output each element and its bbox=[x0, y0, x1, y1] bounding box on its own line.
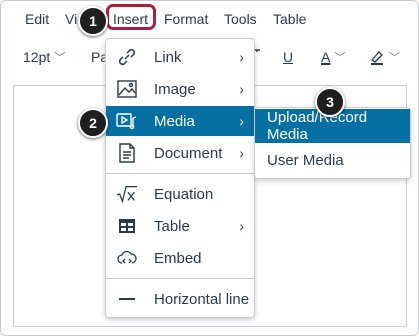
menu-item-label: Table bbox=[154, 217, 190, 235]
step-badge-3: 3 bbox=[315, 87, 345, 117]
chevron-right-icon: › bbox=[239, 113, 244, 129]
text-color-button[interactable]: A ﹀ bbox=[321, 49, 345, 65]
horizontal-line-icon bbox=[116, 288, 138, 310]
insert-menu-item-media[interactable]: Media › bbox=[106, 106, 254, 136]
menu-item-label: Equation bbox=[154, 185, 214, 203]
link-icon bbox=[116, 46, 138, 68]
submenu-item-user-media[interactable]: User Media bbox=[255, 143, 410, 177]
menu-divider bbox=[106, 278, 254, 279]
media-icon bbox=[116, 110, 138, 132]
chevron-down-icon: ﹀ bbox=[54, 52, 66, 64]
insert-menu-item-horizontal-line[interactable]: Horizontal line bbox=[106, 284, 254, 314]
menu-tools[interactable]: Tools bbox=[224, 11, 257, 27]
chevron-right-icon: › bbox=[239, 218, 244, 234]
chevron-right-icon: › bbox=[239, 49, 244, 65]
menu-format[interactable]: Format bbox=[164, 11, 208, 27]
menu-item-label: Embed bbox=[154, 249, 202, 267]
font-size-select[interactable]: 12pt ﹀ bbox=[23, 49, 65, 65]
table-icon bbox=[116, 215, 138, 237]
text-color-icon: A bbox=[321, 49, 331, 65]
menu-item-label: Document bbox=[154, 144, 223, 162]
media-submenu: Upload/Record Media User Media bbox=[254, 107, 411, 179]
document-icon bbox=[116, 142, 138, 164]
insert-menu-item-equation[interactable]: Equation bbox=[106, 179, 254, 209]
highlight-color-button[interactable]: ﹀ bbox=[369, 49, 400, 65]
insert-menu-item-table[interactable]: Table › bbox=[106, 211, 254, 241]
highlighter-icon bbox=[371, 51, 383, 65]
editor-window: Edit Vi Insert Format Tools Table 12pt ﹀… bbox=[0, 0, 419, 336]
equation-icon bbox=[116, 183, 138, 205]
step-badge-2: 2 bbox=[78, 108, 108, 138]
underline-button[interactable]: U bbox=[283, 49, 293, 65]
insert-menu-item-embed[interactable]: Embed bbox=[106, 243, 254, 273]
insert-menu-item-document[interactable]: Document › bbox=[106, 138, 254, 168]
menu-item-label: Media bbox=[154, 112, 195, 130]
menu-item-label: Horizontal line bbox=[154, 290, 250, 308]
image-icon bbox=[116, 78, 138, 100]
insert-menu-item-link[interactable]: Link › bbox=[106, 42, 254, 72]
menu-view[interactable]: Vi bbox=[65, 11, 77, 27]
menu-divider bbox=[106, 173, 254, 174]
menu-table[interactable]: Table bbox=[273, 11, 306, 27]
font-size-value: 12pt bbox=[23, 49, 51, 65]
chevron-right-icon: › bbox=[239, 81, 244, 97]
menu-item-label: Image bbox=[154, 80, 196, 98]
insert-menu-item-image[interactable]: Image › bbox=[106, 74, 254, 104]
chevron-down-icon: ﹀ bbox=[389, 52, 400, 64]
menu-item-label: Link bbox=[154, 48, 182, 66]
menubar: Edit Vi Insert Format Tools Table bbox=[1, 1, 418, 37]
embed-icon bbox=[116, 247, 138, 269]
chevron-down-icon: ﹀ bbox=[334, 52, 346, 64]
chevron-right-icon: › bbox=[239, 145, 244, 161]
insert-menu-highlight bbox=[106, 4, 156, 30]
underline-icon: U bbox=[283, 49, 294, 65]
menu-edit[interactable]: Edit bbox=[25, 11, 49, 27]
step-badge-1: 1 bbox=[78, 6, 108, 36]
insert-dropdown-menu: Link › Image › Media › Document › Equati… bbox=[105, 38, 255, 318]
